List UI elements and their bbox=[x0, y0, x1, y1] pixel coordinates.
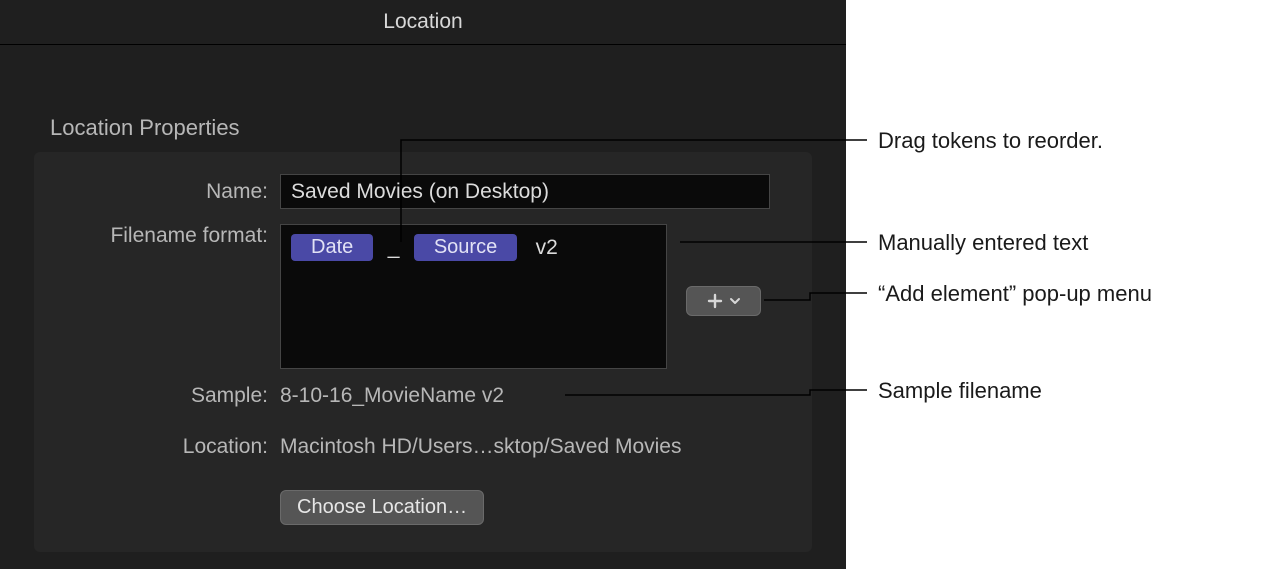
plus-icon bbox=[707, 293, 723, 309]
name-input[interactable] bbox=[280, 174, 770, 209]
properties-box: Name: Filename format: Date _ Source v2 bbox=[34, 152, 812, 552]
token-source[interactable]: Source bbox=[414, 234, 517, 261]
sample-row: Sample: 8-10-16_MovieName v2 bbox=[34, 384, 812, 408]
location-value: Macintosh HD/Users…sktop/Saved Movies bbox=[280, 435, 681, 458]
manual-text[interactable]: v2 bbox=[522, 236, 558, 260]
choose-row: Choose Location… bbox=[34, 490, 812, 525]
format-label: Filename format: bbox=[34, 224, 280, 248]
sample-value: 8-10-16_MovieName v2 bbox=[280, 384, 504, 407]
panel-title: Location bbox=[383, 10, 462, 34]
annotation-add: “Add element” pop-up menu bbox=[878, 281, 1152, 307]
annotation-sample: Sample filename bbox=[878, 378, 1042, 404]
location-label: Location: bbox=[34, 435, 280, 459]
location-panel: Location Location Properties Name: Filen… bbox=[0, 0, 846, 569]
choose-location-button[interactable]: Choose Location… bbox=[280, 490, 484, 525]
panel-header: Location bbox=[0, 0, 846, 45]
chevron-down-icon bbox=[729, 295, 741, 307]
annotation-manual: Manually entered text bbox=[878, 230, 1088, 256]
annotation-drag: Drag tokens to reorder. bbox=[878, 128, 1103, 154]
name-row: Name: bbox=[34, 174, 812, 209]
sample-label: Sample: bbox=[34, 384, 280, 408]
token-date[interactable]: Date bbox=[291, 234, 373, 261]
location-row: Location: Macintosh HD/Users…sktop/Saved… bbox=[34, 435, 812, 459]
token-separator: _ bbox=[378, 236, 410, 260]
name-label: Name: bbox=[34, 180, 280, 204]
filename-format-field[interactable]: Date _ Source v2 bbox=[280, 224, 667, 369]
add-element-button[interactable] bbox=[686, 286, 761, 316]
section-heading: Location Properties bbox=[50, 115, 240, 141]
